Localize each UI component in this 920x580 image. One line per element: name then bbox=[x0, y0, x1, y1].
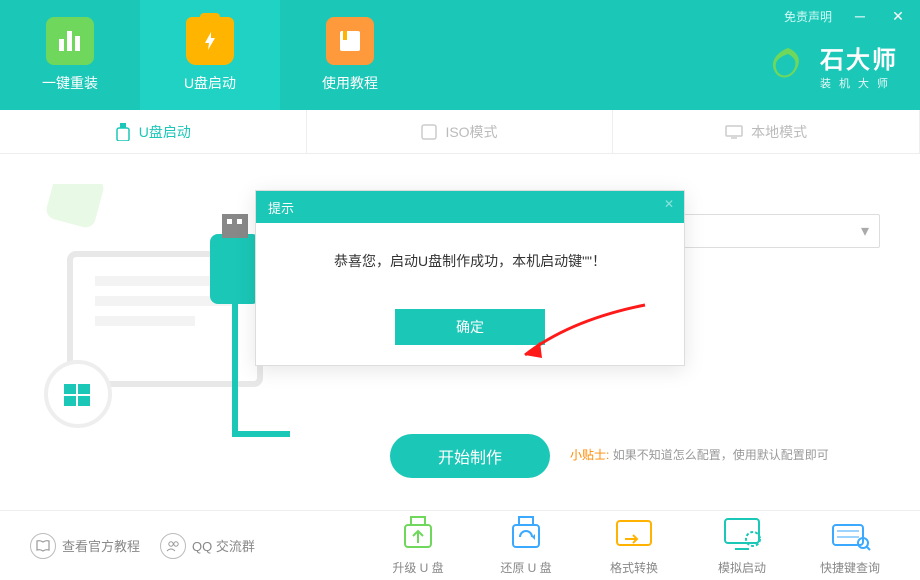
minimize-button[interactable]: ─ bbox=[850, 6, 870, 26]
dialog-ok-button[interactable]: 确定 bbox=[395, 309, 545, 345]
mode-tabs: U盘启动 ISO模式 本地模式 bbox=[0, 110, 920, 154]
action-label: 模拟启动 bbox=[718, 559, 766, 576]
dialog-message: 恭喜您，启动U盘制作成功，本机启动键""！ bbox=[276, 251, 664, 271]
footer: 查看官方教程 QQ 交流群 升级 U 盘 还原 U 盘 格式转换 模拟启动 快捷… bbox=[0, 510, 920, 580]
action-label: 快捷键查询 bbox=[820, 559, 880, 576]
mode-tab-local[interactable]: 本地模式 bbox=[613, 110, 920, 153]
action-upgrade-usb[interactable]: 升级 U 盘 bbox=[378, 515, 458, 576]
keyboard-search-icon bbox=[829, 515, 871, 553]
book-icon bbox=[326, 17, 374, 65]
convert-icon bbox=[613, 515, 655, 553]
app-header: 一键重装 U盘启动 使用教程 免责声明 ─ ✕ 石大师 装机大师 bbox=[0, 0, 920, 110]
dialog-header: 提示 ✕ bbox=[256, 191, 684, 223]
header-tab-usb-boot[interactable]: U盘启动 bbox=[140, 0, 280, 110]
footer-qq-link[interactable]: QQ 交流群 bbox=[160, 533, 255, 559]
footer-link-label: QQ 交流群 bbox=[192, 536, 255, 555]
disclaimer-link[interactable]: 免责声明 bbox=[784, 8, 832, 25]
header-tab-reinstall[interactable]: 一键重装 bbox=[0, 0, 140, 110]
mode-tab-label: ISO模式 bbox=[445, 122, 497, 142]
mode-tab-label: 本地模式 bbox=[751, 122, 807, 142]
dialog-title: 提示 bbox=[268, 198, 294, 217]
monitor-icon bbox=[725, 125, 743, 139]
action-hotkey-lookup[interactable]: 快捷键查询 bbox=[810, 515, 890, 576]
action-label: 升级 U 盘 bbox=[392, 559, 443, 576]
header-tab-label: 一键重装 bbox=[42, 73, 98, 93]
brand-logo-icon bbox=[768, 46, 808, 86]
footer-tutorial-link[interactable]: 查看官方教程 bbox=[30, 533, 140, 559]
iso-icon bbox=[421, 124, 437, 140]
window-controls: 免责声明 ─ ✕ bbox=[772, 0, 920, 32]
tip-body: 如果不知道怎么配置，使用默认配置即可 bbox=[613, 448, 829, 462]
dialog-close-button[interactable]: ✕ bbox=[664, 197, 674, 211]
header-tab-tutorial[interactable]: 使用教程 bbox=[280, 0, 420, 110]
mode-tab-iso[interactable]: ISO模式 bbox=[307, 110, 614, 153]
usb-sync-icon bbox=[505, 515, 547, 553]
close-button[interactable]: ✕ bbox=[888, 6, 908, 26]
monitor-play-icon bbox=[721, 515, 763, 553]
header-tab-label: 使用教程 bbox=[322, 73, 378, 93]
people-icon bbox=[160, 533, 186, 559]
header-tab-label: U盘启动 bbox=[184, 73, 236, 93]
action-format-convert[interactable]: 格式转换 bbox=[594, 515, 674, 576]
brand: 石大师 装机大师 bbox=[768, 40, 898, 91]
bar-chart-icon bbox=[46, 17, 94, 65]
footer-link-label: 查看官方教程 bbox=[62, 536, 140, 555]
brand-name: 石大师 bbox=[820, 40, 898, 75]
tip-label: 小贴士: bbox=[570, 448, 609, 462]
brand-sub: 装机大师 bbox=[820, 75, 898, 91]
action-restore-usb[interactable]: 还原 U 盘 bbox=[486, 515, 566, 576]
action-simulate-boot[interactable]: 模拟启动 bbox=[702, 515, 782, 576]
action-label: 还原 U 盘 bbox=[500, 559, 551, 576]
usb-icon bbox=[115, 123, 131, 141]
tip-text: 小贴士: 如果不知道怎么配置，使用默认配置即可 bbox=[570, 446, 829, 463]
mode-tab-usb[interactable]: U盘启动 bbox=[0, 110, 307, 153]
usb-up-icon bbox=[397, 515, 439, 553]
shield-bolt-icon bbox=[186, 17, 234, 65]
success-dialog: 提示 ✕ 恭喜您，启动U盘制作成功，本机启动键""！ 确定 bbox=[255, 190, 685, 366]
start-make-button[interactable]: 开始制作 bbox=[390, 434, 550, 478]
action-label: 格式转换 bbox=[610, 559, 658, 576]
mode-tab-label: U盘启动 bbox=[139, 122, 191, 142]
chevron-down-icon: ▾ bbox=[861, 221, 869, 241]
book-open-icon bbox=[30, 533, 56, 559]
